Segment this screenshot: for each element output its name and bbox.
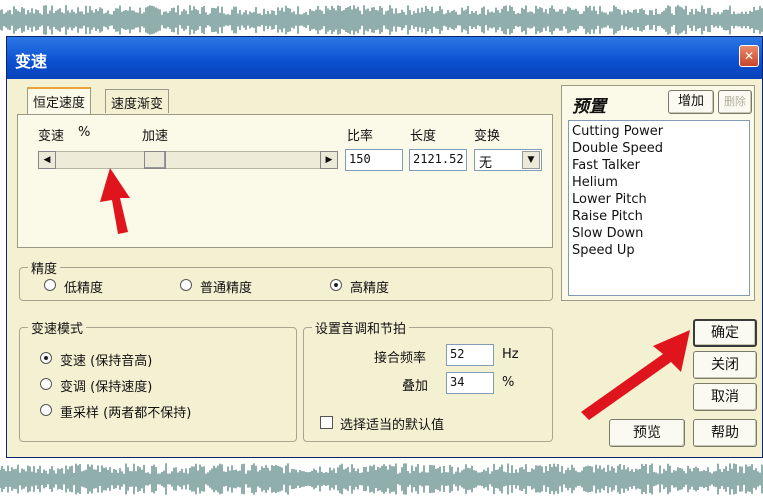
presets-title: 预置	[572, 97, 606, 117]
delete-preset-button[interactable]: 删除	[718, 90, 752, 114]
fast-label: 加速	[142, 129, 169, 144]
dialog-title: 变速	[15, 52, 48, 71]
preset-item-fast-talker[interactable]: Fast Talker	[572, 157, 746, 174]
presets-panel: 预置 增加 删除 Cutting Power Double Speed Fast…	[561, 85, 755, 301]
close-button[interactable]: 关闭	[693, 351, 757, 379]
pitch-tempo-title: 设置音调和节拍	[312, 318, 410, 337]
resample-label: 重采样 (两者都不保持)	[60, 406, 192, 421]
precision-group: 精度 低精度 普通精度 高精度	[19, 258, 553, 301]
splice-frequency-unit: Hz	[502, 347, 519, 362]
slider-left-arrow-icon[interactable]: ◀	[38, 151, 56, 169]
dialog-titlebar[interactable]: 变速 ✕	[7, 37, 762, 79]
preset-item-double-speed[interactable]: Double Speed	[572, 140, 746, 157]
default-values-checkbox[interactable]	[320, 416, 333, 429]
chevron-down-icon[interactable]: ▼	[522, 151, 540, 169]
add-preset-button[interactable]: 增加	[668, 90, 714, 114]
preset-item-cutting-power[interactable]: Cutting Power	[572, 123, 746, 140]
preset-item-helium[interactable]: Helium	[572, 174, 746, 191]
tab-label: 恒定速度	[33, 96, 86, 111]
transform-value: 无	[479, 156, 493, 171]
annotation-arrow-ok-icon	[581, 330, 690, 420]
preset-item-slow-down[interactable]: Slow Down	[572, 225, 746, 242]
cancel-button[interactable]: 取消	[693, 383, 757, 411]
ratio-label: 比率	[347, 129, 374, 144]
ok-button[interactable]: 确定	[693, 319, 757, 347]
keep-speed-label: 变调 (保持速度)	[60, 380, 153, 395]
annotation-arrow-up-icon	[100, 168, 130, 234]
precision-title: 精度	[28, 258, 61, 277]
length-label: 长度	[410, 129, 437, 144]
low-precision-label: 低精度	[64, 281, 104, 296]
speed-mode-title: 变速模式	[28, 318, 87, 337]
radio-keep-pitch[interactable]	[40, 352, 52, 364]
keep-pitch-label: 变速 (保持音高)	[60, 354, 153, 369]
slider-right-arrow-icon[interactable]: ▶	[320, 151, 338, 169]
close-icon[interactable]: ✕	[739, 45, 759, 67]
preset-item-lower-pitch[interactable]: Lower Pitch	[572, 191, 746, 208]
overlap-unit: %	[502, 375, 515, 390]
tab-speed-gradient[interactable]: 速度渐变	[105, 89, 170, 113]
speed-slider[interactable]	[38, 151, 338, 169]
normal-precision-label: 普通精度	[200, 281, 253, 296]
help-button[interactable]: 帮助	[693, 419, 757, 447]
radio-resample[interactable]	[40, 404, 52, 416]
transform-select[interactable]: 无 ▼	[474, 149, 542, 171]
default-values-label: 选择适当的默认值	[340, 418, 445, 433]
tab-label: 速度渐变	[111, 97, 164, 112]
splice-frequency-label: 接合频率	[374, 351, 427, 366]
radio-low-precision[interactable]	[44, 279, 56, 291]
preset-item-speed-up[interactable]: Speed Up	[572, 242, 746, 259]
slow-label: 变速	[38, 129, 65, 144]
high-precision-label: 高精度	[350, 281, 390, 296]
annotation-arrow-up-shape	[100, 168, 130, 234]
annotation-arrow-ok-shape	[581, 330, 690, 420]
overlap-input[interactable]: 34	[446, 372, 494, 394]
overlap-label: 叠加	[402, 379, 429, 394]
preset-item-raise-pitch[interactable]: Raise Pitch	[572, 208, 746, 225]
length-input[interactable]: 2121.52	[409, 149, 467, 171]
percent-symbol: %	[78, 125, 91, 140]
radio-high-precision[interactable]	[330, 279, 342, 291]
radio-normal-precision[interactable]	[180, 279, 192, 291]
pitch-tempo-group: 设置音调和节拍 接合频率 52 Hz 叠加 34 % 选择适当的默认值	[303, 318, 553, 442]
tab-constant-speed[interactable]: 恒定速度	[27, 87, 92, 115]
preset-list[interactable]: Cutting Power Double Speed Fast Talker H…	[568, 120, 750, 296]
splice-frequency-input[interactable]: 52	[446, 344, 494, 366]
radio-keep-speed[interactable]	[40, 378, 52, 390]
ratio-input[interactable]: 150	[345, 149, 403, 171]
speed-mode-group: 变速模式 变速 (保持音高) 变调 (保持速度) 重采样 (两者都不保持)	[19, 318, 297, 442]
transform-label: 变换	[474, 129, 501, 144]
